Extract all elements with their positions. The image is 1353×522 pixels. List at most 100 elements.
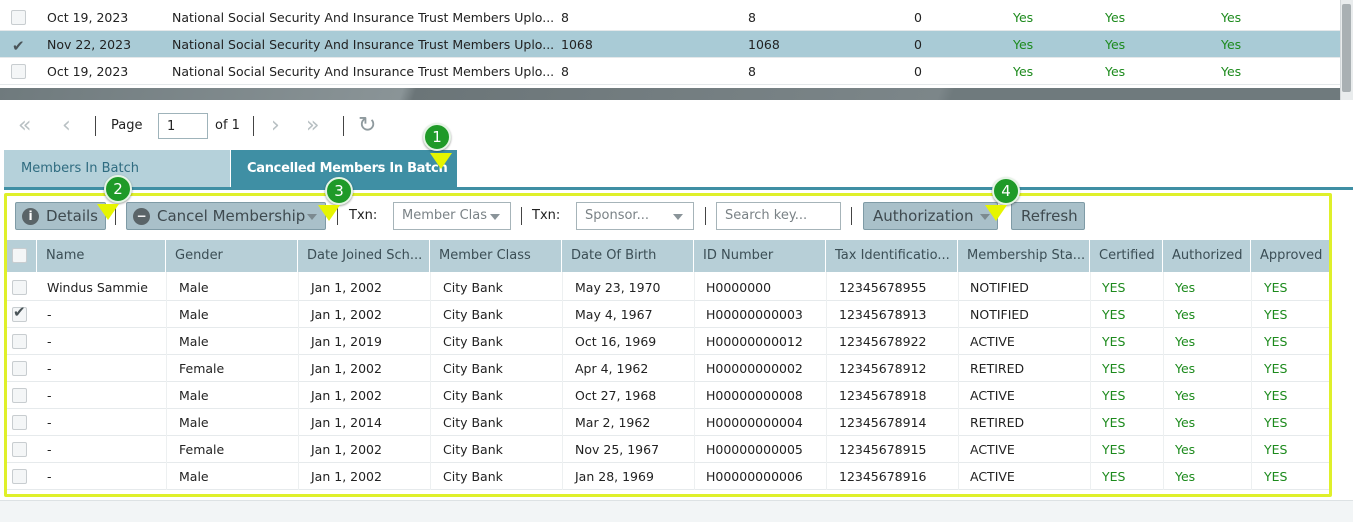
member-date-of-birth: May 23, 1970: [575, 280, 661, 295]
page-number-input[interactable]: [158, 113, 208, 139]
table-row[interactable]: Windus Sammie Male Jan 1, 2002 City Bank May…: [7, 274, 1329, 301]
member-gender: Female: [179, 442, 225, 457]
member-tax-id: 12345678913: [839, 307, 927, 322]
column-divider: [166, 272, 167, 490]
select-all-checkbox[interactable]: [12, 248, 27, 263]
search-placeholder: Search key...: [725, 208, 808, 223]
member-approved: YES: [1264, 307, 1288, 322]
member-tax-id: 12345678912: [839, 361, 927, 376]
row-checkbox[interactable]: [12, 361, 27, 376]
member-name: -: [47, 469, 52, 484]
row-checkbox[interactable]: [11, 64, 26, 79]
column-header-member-class[interactable]: Member Class: [430, 240, 562, 272]
member-authorized: Yes: [1175, 469, 1196, 484]
member-date-joined: Jan 1, 2002: [311, 388, 382, 403]
member-class: City Bank: [443, 307, 503, 322]
row-checkbox[interactable]: [12, 334, 27, 349]
members-grid-header: Name Gender Date Joined Sch... Member Cl…: [7, 240, 1329, 272]
member-status: ACTIVE: [970, 334, 1015, 349]
table-row[interactable]: - Male Jan 1, 2002 City Bank Jan 28, 1969 H00…: [7, 463, 1329, 490]
chevron-down-icon: [673, 214, 683, 220]
table-row[interactable]: - Male Jan 1, 2002 City Bank May 4, 1967 H000…: [7, 301, 1329, 328]
member-date-joined: Jan 1, 2002: [311, 361, 382, 376]
column-header-date-of-birth[interactable]: Date Of Birth: [562, 240, 694, 272]
batch-flag-2: Yes: [1105, 64, 1126, 79]
member-id-number: H00000000004: [706, 415, 803, 430]
details-button[interactable]: i Details: [15, 202, 106, 230]
member-tax-id: 12345678922: [839, 334, 927, 349]
member-status: RETIRED: [970, 415, 1025, 430]
batch-date: Oct 19, 2023: [47, 10, 129, 25]
cancel-membership-label: Cancel Membership: [157, 207, 306, 225]
column-header-gender[interactable]: Gender: [166, 240, 298, 272]
column-header-membership-status[interactable]: Membership Sta...: [958, 240, 1090, 272]
batch-date: Nov 22, 2023: [47, 37, 132, 52]
column-divider: [1090, 272, 1091, 490]
last-page-icon[interactable]: »: [306, 108, 319, 144]
row-checkbox[interactable]: [12, 280, 27, 295]
member-date-of-birth: Jan 28, 1969: [575, 469, 654, 484]
batch-flag-1: Yes: [1013, 10, 1034, 25]
member-class-select[interactable]: Member Clas: [393, 202, 511, 230]
row-checkbox[interactable]: [12, 415, 27, 430]
divider: [705, 207, 706, 225]
row-checkbox[interactable]: [11, 33, 26, 60]
cancel-membership-button[interactable]: − Cancel Membership: [126, 202, 326, 230]
column-header-tax-id[interactable]: Tax Identificatio...: [826, 240, 958, 272]
row-checkbox[interactable]: [12, 388, 27, 403]
batch-grid: Oct 19, 2023 National Social Security An…: [0, 0, 1340, 86]
refresh-button[interactable]: Refresh: [1011, 202, 1085, 230]
batch-row[interactable]: Oct 19, 2023 National Social Security An…: [0, 58, 1340, 85]
step-marker-4: 4: [992, 177, 1020, 205]
member-status: ACTIVE: [970, 442, 1015, 457]
txn-label: Txn:: [532, 208, 561, 223]
member-id-number: H00000000003: [706, 307, 803, 322]
member-approved: YES: [1264, 442, 1288, 457]
divider: [253, 116, 254, 136]
column-header-authorized[interactable]: Authorized: [1163, 240, 1251, 272]
table-row[interactable]: - Male Jan 1, 2019 City Bank Oct 16, 1969 H00…: [7, 328, 1329, 355]
member-class: City Bank: [443, 415, 503, 430]
row-checkbox[interactable]: [12, 442, 27, 457]
member-class: City Bank: [443, 442, 503, 457]
member-date-joined: Jan 1, 2002: [311, 280, 382, 295]
row-checkbox[interactable]: [11, 10, 26, 25]
table-row[interactable]: - Female Jan 1, 2002 City Bank Apr 4, 1962 H0…: [7, 355, 1329, 382]
horizontal-scrollbar[interactable]: [0, 88, 1340, 100]
member-date-joined: Jan 1, 2014: [311, 415, 382, 430]
refresh-icon[interactable]: ↻: [358, 108, 376, 144]
sponsor-select[interactable]: Sponsor...: [576, 202, 694, 230]
tab-underline: [4, 187, 1353, 190]
search-input[interactable]: Search key...: [716, 202, 841, 230]
next-page-icon[interactable]: ›: [271, 108, 280, 144]
step-marker-1: 1: [423, 123, 451, 151]
column-header-name[interactable]: Name: [37, 240, 166, 272]
column-divider: [826, 272, 827, 490]
member-authorized: Yes: [1175, 415, 1196, 430]
member-date-of-birth: Nov 25, 1967: [575, 442, 660, 457]
batch-row-selected[interactable]: Nov 22, 2023 National Social Security An…: [0, 31, 1340, 60]
table-row[interactable]: - Female Jan 1, 2002 City Bank Nov 25, 1967 H…: [7, 436, 1329, 463]
member-id-number: H00000000002: [706, 361, 803, 376]
first-page-icon[interactable]: «: [18, 108, 31, 144]
authorization-button[interactable]: Authorization: [863, 202, 998, 230]
prev-page-icon[interactable]: ‹: [62, 108, 71, 144]
member-date-of-birth: Oct 27, 1968: [575, 388, 657, 403]
member-class: City Bank: [443, 388, 503, 403]
batch-count-3: 0: [914, 10, 922, 25]
batch-description: National Social Security And Insurance T…: [172, 10, 555, 25]
row-checkbox[interactable]: [12, 303, 27, 322]
column-header-approved[interactable]: Approved: [1251, 240, 1329, 272]
column-header-date-joined[interactable]: Date Joined Sch...: [298, 240, 430, 272]
batch-count-1: 8: [561, 10, 569, 25]
column-header-id-number[interactable]: ID Number: [694, 240, 826, 272]
column-header-certified[interactable]: Certified: [1090, 240, 1163, 272]
member-id-number: H00000000005: [706, 442, 803, 457]
row-checkbox[interactable]: [12, 469, 27, 484]
table-row[interactable]: - Male Jan 1, 2014 City Bank Mar 2, 1962 H000…: [7, 409, 1329, 436]
table-row[interactable]: - Male Jan 1, 2002 City Bank Oct 27, 1968 H00…: [7, 382, 1329, 409]
batch-row[interactable]: Oct 19, 2023 National Social Security An…: [0, 4, 1340, 31]
member-class-placeholder: Member Clas: [402, 208, 488, 223]
scrollbar-thumb[interactable]: [1342, 4, 1351, 92]
batch-count-3: 0: [914, 64, 922, 79]
